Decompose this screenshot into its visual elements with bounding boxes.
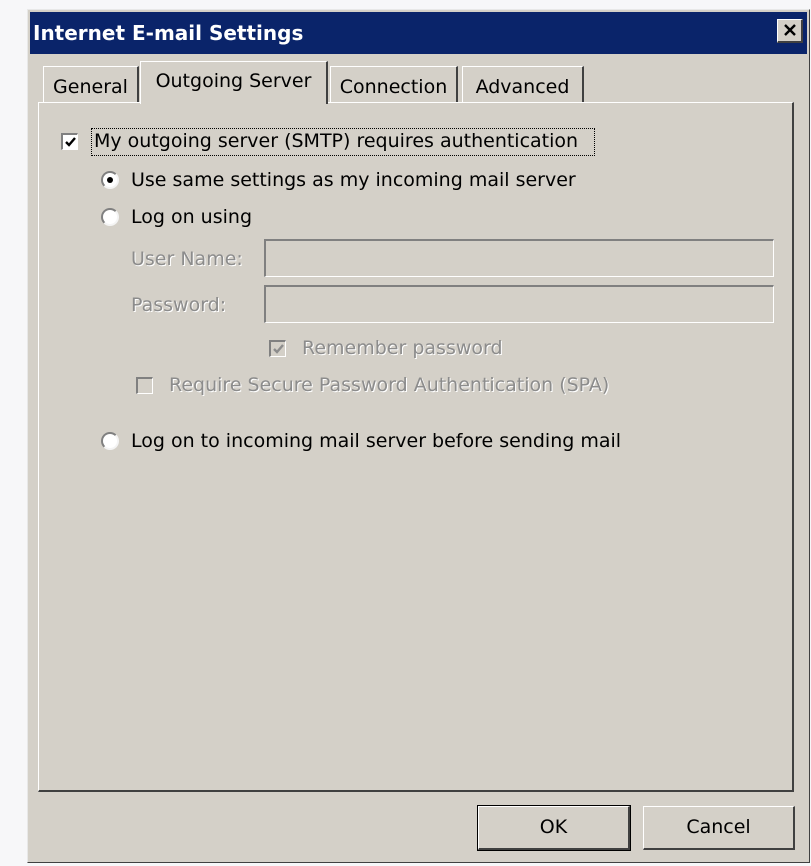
- outgoing-server-panel: My outgoing server (SMTP) requires authe…: [38, 102, 794, 792]
- log-on-using-label: Log on using: [131, 206, 253, 228]
- window-title: Internet E-mail Settings: [33, 21, 304, 45]
- close-button[interactable]: [777, 19, 803, 43]
- password-field[interactable]: [264, 285, 774, 323]
- password-label: Password:: [131, 294, 227, 316]
- log-on-incoming-radio[interactable]: [101, 432, 119, 450]
- spa-checkbox[interactable]: [136, 377, 153, 394]
- radio-selected-dot: [107, 177, 113, 183]
- tab-outgoing-server[interactable]: Outgoing Server: [140, 61, 328, 104]
- focus-rectangle: [91, 128, 595, 156]
- user-name-field[interactable]: [264, 239, 774, 277]
- spa-label: Require Secure Password Authentication (…: [169, 374, 610, 396]
- same-settings-label: Use same settings as my incoming mail se…: [131, 169, 576, 191]
- title-bar: Internet E-mail Settings: [30, 12, 807, 54]
- user-name-label: User Name:: [131, 248, 243, 270]
- checkmark-icon: [65, 137, 76, 147]
- ok-button[interactable]: OK: [477, 805, 631, 851]
- tab-connection[interactable]: Connection: [330, 66, 458, 102]
- cancel-button[interactable]: Cancel: [643, 806, 795, 850]
- remember-password-checkbox[interactable]: [269, 340, 286, 357]
- log-on-using-radio[interactable]: [101, 208, 119, 226]
- requires-auth-checkbox[interactable]: [61, 133, 78, 150]
- checkmark-icon: [273, 344, 284, 354]
- close-icon: [784, 24, 796, 36]
- tab-general[interactable]: General: [43, 66, 139, 102]
- log-on-incoming-label: Log on to incoming mail server before se…: [131, 430, 622, 452]
- remember-password-label: Remember password: [302, 337, 503, 359]
- same-settings-radio[interactable]: [101, 171, 119, 189]
- tab-advanced[interactable]: Advanced: [462, 66, 584, 102]
